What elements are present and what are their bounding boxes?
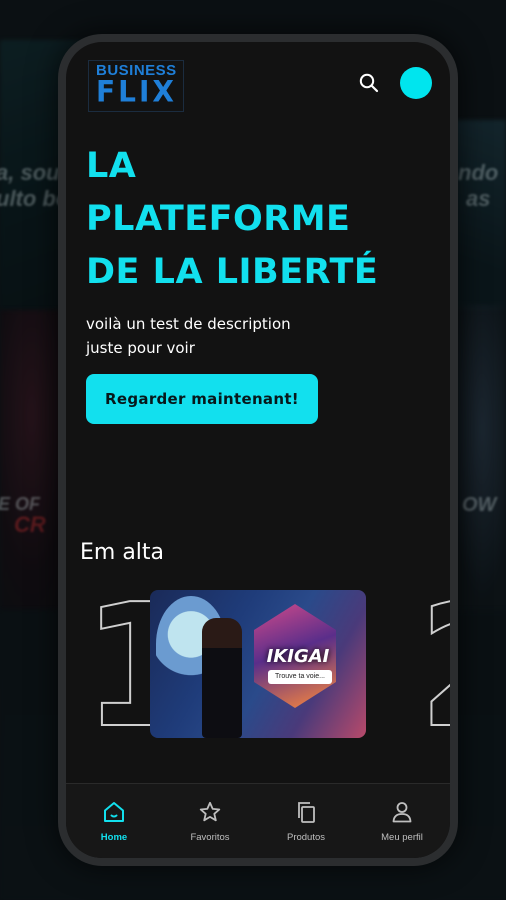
star-icon xyxy=(199,801,221,822)
background-text: CR xyxy=(14,512,46,537)
card-artwork xyxy=(202,618,242,738)
hero-title-line: DE LA LIBERTÉ xyxy=(86,252,379,292)
nav-label: Produtos xyxy=(286,832,326,843)
background-text: ndo xyxy=(458,160,499,185)
card-title: IKIGAI xyxy=(266,646,330,667)
app-logo[interactable]: BUSINESS FLIX xyxy=(88,60,184,112)
hero-title: LA PLATEFORME DE LA LIBERTÉ xyxy=(86,140,416,299)
nav-label: Meu perfil xyxy=(381,832,423,843)
copy-icon xyxy=(298,802,315,823)
nav-item-home[interactable]: Home xyxy=(69,784,159,858)
app-screen: BUSINESS FLIX LA PLATEFORME DE LA LIBERT… xyxy=(66,42,450,858)
hero-title-line: PLATEFORME xyxy=(86,199,351,239)
hero-description: voilà un test de description juste pour … xyxy=(86,312,386,360)
search-icon[interactable] xyxy=(358,72,380,94)
nav-label: Favoritos xyxy=(190,832,230,843)
nav-item-favoritos[interactable]: Favoritos xyxy=(165,784,255,858)
nav-label: Home xyxy=(100,832,128,843)
rank-number: 2 xyxy=(417,581,450,753)
hero-description-line: voilà un test de description xyxy=(86,315,291,333)
trending-card[interactable]: IKIGAI Trouve ta voie... xyxy=(150,590,366,738)
home-icon xyxy=(104,802,124,822)
background-text: as xyxy=(466,186,491,211)
logo-text-bottom: FLIX xyxy=(96,74,177,109)
hero-title-line: LA xyxy=(86,146,137,186)
person-icon xyxy=(392,802,412,823)
avatar[interactable] xyxy=(400,67,432,99)
background-text: a, sou xyxy=(0,160,60,185)
bottom-nav: Home Favoritos Produtos Meu perfil xyxy=(66,783,450,858)
section-title: Em alta xyxy=(80,540,165,565)
background-text: OW xyxy=(462,494,497,516)
watch-now-button[interactable]: Regarder maintenant! xyxy=(86,374,318,424)
card-subtitle: Trouve ta voie... xyxy=(268,670,332,684)
nav-item-meu-perfil[interactable]: Meu perfil xyxy=(357,784,447,858)
phone-frame: BUSINESS FLIX LA PLATEFORME DE LA LIBERT… xyxy=(58,34,458,866)
hero-description-line: juste pour voir xyxy=(86,339,195,357)
nav-item-produtos[interactable]: Produtos xyxy=(261,784,351,858)
